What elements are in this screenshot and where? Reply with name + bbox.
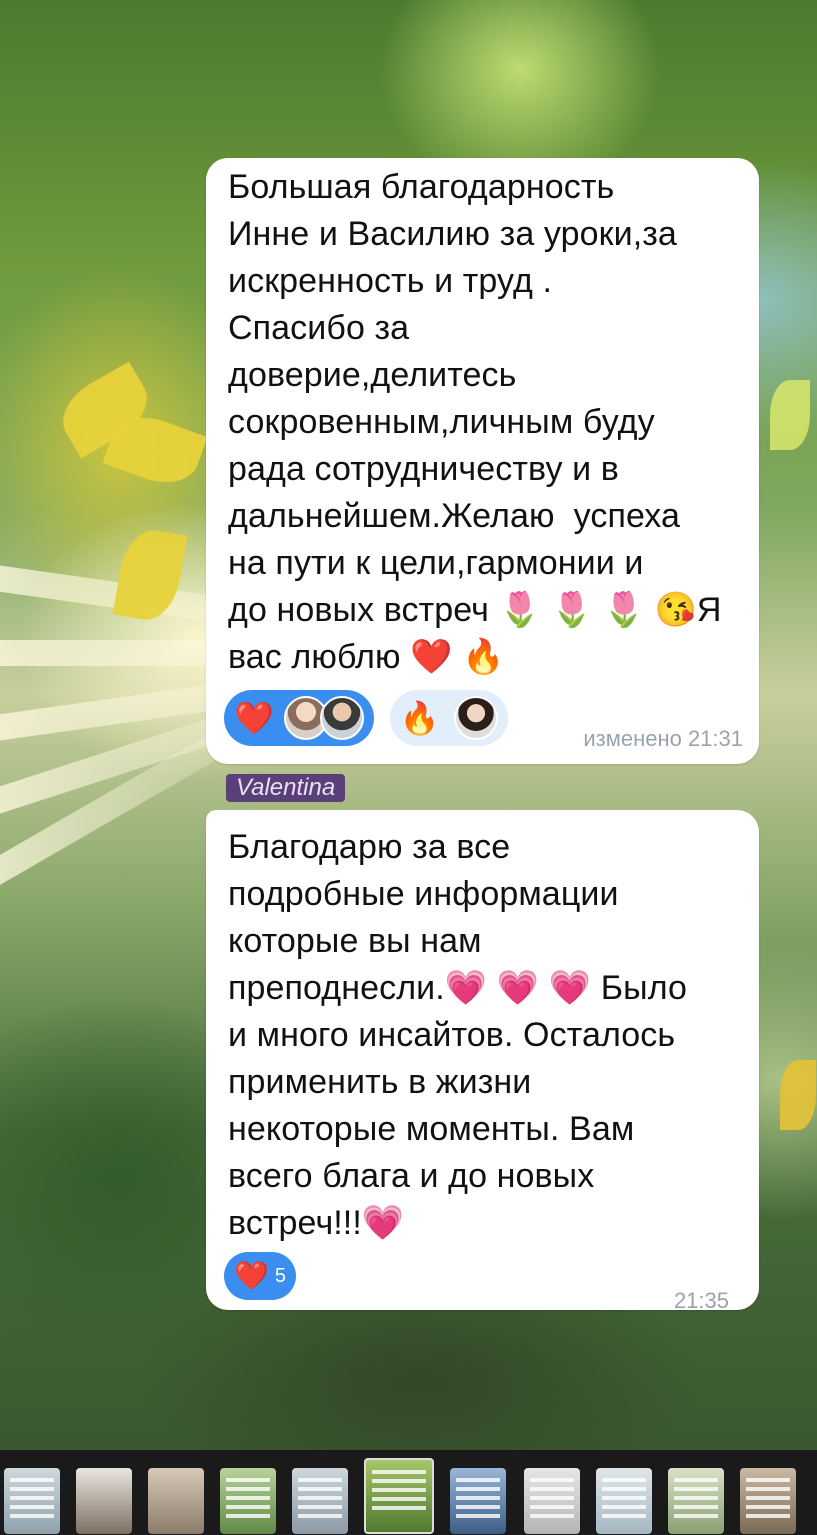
message-text: Благодарю за все подробные информации ко…	[228, 828, 688, 1242]
reaction-count: 5	[274, 1264, 286, 1287]
thumbnail[interactable]	[220, 1468, 276, 1534]
thumbnail-active[interactable]	[364, 1458, 434, 1534]
avatar	[319, 696, 364, 740]
message-bubble[interactable]: Большая благодарность Инне и Василию за …	[206, 158, 759, 764]
thumbnail[interactable]	[668, 1468, 724, 1534]
leaf-decoration	[770, 380, 810, 450]
message-timestamp: изменено 21:31	[583, 726, 743, 751]
thumbnail[interactable]	[740, 1468, 796, 1534]
fire-icon: 🔥	[399, 700, 440, 736]
thumbnail[interactable]	[292, 1468, 348, 1534]
reactions-row: ❤️ 🔥	[224, 690, 524, 746]
message-timestamp: 21:35	[673, 1288, 729, 1310]
reaction-heart[interactable]: ❤️ 5	[224, 1252, 296, 1300]
thumbnail[interactable]	[596, 1468, 652, 1534]
thumbnail[interactable]	[4, 1468, 60, 1534]
avatar	[453, 696, 498, 740]
reactions-row: ❤️ 5	[224, 1252, 312, 1300]
thumbnail[interactable]	[524, 1468, 580, 1534]
thumbnail[interactable]	[76, 1468, 132, 1534]
thumbnail[interactable]	[148, 1468, 204, 1534]
thumbnail[interactable]	[450, 1468, 506, 1534]
message-author[interactable]: Valentina	[226, 774, 346, 802]
heart-icon: ❤️	[234, 700, 274, 736]
reaction-fire[interactable]: 🔥	[389, 690, 508, 746]
message-bubble[interactable]: Благодарю за все подробные информации ко…	[206, 810, 759, 1310]
heart-icon: ❤️	[234, 1260, 269, 1291]
message-text: Большая благодарность Инне и Василию за …	[228, 168, 722, 676]
leaf-decoration	[780, 1060, 816, 1130]
reaction-heart[interactable]: ❤️	[224, 690, 374, 746]
thumbnail-strip	[0, 1450, 817, 1535]
